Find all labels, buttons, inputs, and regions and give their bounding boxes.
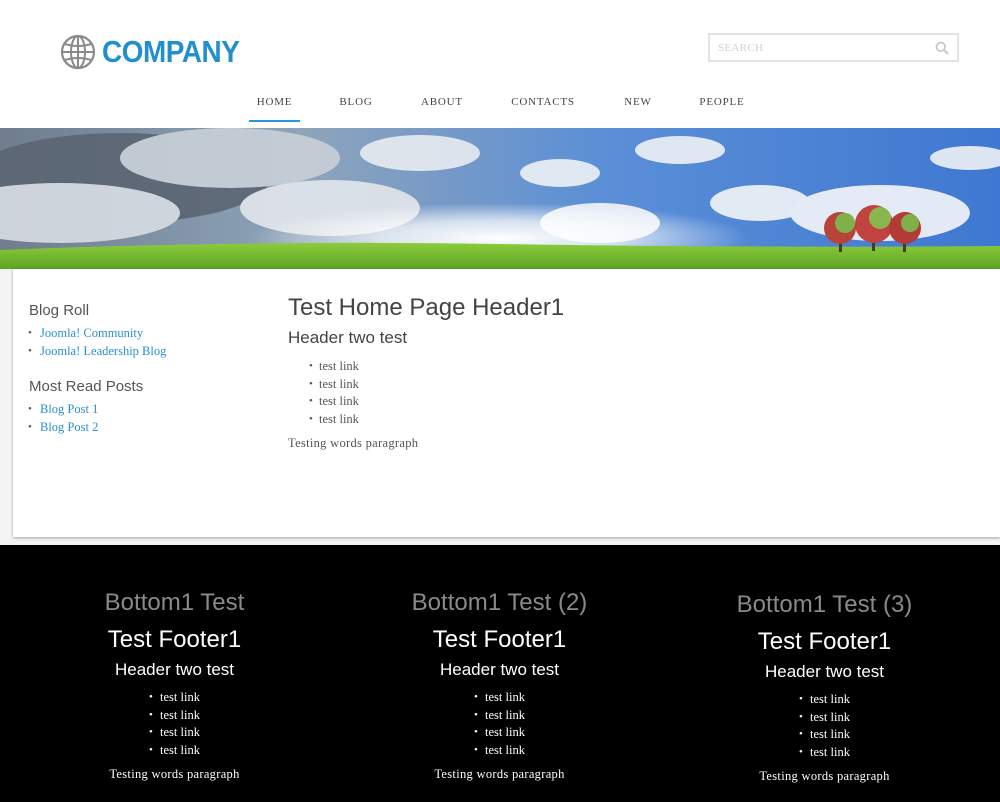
list-item: Joomla! Leadership Blog bbox=[28, 343, 269, 361]
nav-item-new[interactable]: NEW bbox=[617, 86, 659, 122]
bottom-module-title: Bottom1 Test bbox=[104, 589, 245, 616]
body-paragraph: Testing words paragraph bbox=[288, 436, 419, 450]
most-read-link[interactable]: Blog Post 2 bbox=[36, 420, 98, 434]
footer-column-1: Bottom1 Test Test Footer1 Header two tes… bbox=[12, 545, 337, 782]
logo-text: COMPANY bbox=[102, 34, 240, 69]
footer-column-2: Bottom1 Test (2) Test Footer1 Header two… bbox=[337, 545, 662, 782]
sidebar: Blog Roll Joomla! Community Joomla! Lead… bbox=[28, 302, 269, 454]
footer-link-list: test link test link test link test link bbox=[799, 691, 850, 761]
bottom-module-title: Bottom1 Test (2) bbox=[411, 589, 588, 616]
search-icon[interactable] bbox=[935, 41, 949, 55]
list-item: test link bbox=[309, 376, 968, 394]
footer-column-3: Bottom1 Test (3) Test Footer1 Header two… bbox=[662, 547, 987, 784]
test-link[interactable]: test link bbox=[319, 412, 359, 426]
most-read-heading: Most Read Posts bbox=[29, 378, 144, 395]
search-input[interactable] bbox=[718, 38, 928, 58]
link-list: test link test link test link test link bbox=[309, 358, 968, 428]
footer-link[interactable]: test link bbox=[810, 710, 850, 724]
list-item: Blog Post 1 bbox=[28, 401, 269, 419]
nav-item-blog[interactable]: BLOG bbox=[334, 86, 378, 122]
main-nav: HOME BLOG ABOUT CONTACTS NEW PEOPLE bbox=[0, 86, 1000, 122]
footer-link[interactable]: test link bbox=[485, 743, 525, 757]
footer-link[interactable]: test link bbox=[485, 708, 525, 722]
footer-paragraph: Testing words paragraph bbox=[434, 767, 565, 781]
list-item: test link bbox=[309, 411, 968, 429]
footer-heading: Test Footer1 bbox=[757, 628, 892, 655]
footer-link[interactable]: test link bbox=[810, 745, 850, 759]
list-item: test link bbox=[474, 742, 525, 760]
main-article: Test Home Page Header1 Header two test t… bbox=[288, 294, 968, 451]
most-read-link[interactable]: Blog Post 1 bbox=[36, 402, 98, 416]
list-item: Joomla! Community bbox=[28, 325, 269, 343]
search-box bbox=[708, 33, 959, 62]
footer-link[interactable]: test link bbox=[485, 690, 525, 704]
footer-link[interactable]: test link bbox=[810, 727, 850, 741]
bottom-module-title: Bottom1 Test (3) bbox=[736, 591, 913, 618]
nav-item-contacts[interactable]: CONTACTS bbox=[504, 86, 582, 122]
nav-item-home[interactable]: HOME bbox=[249, 86, 300, 122]
most-read-list: Blog Post 1 Blog Post 2 bbox=[28, 401, 269, 437]
list-item: test link bbox=[799, 691, 850, 709]
footer-paragraph: Testing words paragraph bbox=[109, 767, 240, 781]
list-item: test link bbox=[474, 724, 525, 742]
footer-link-list: test link test link test link test link bbox=[149, 689, 200, 759]
test-link[interactable]: test link bbox=[319, 394, 359, 408]
list-item: test link bbox=[799, 726, 850, 744]
list-item: test link bbox=[474, 689, 525, 707]
nav-item-people[interactable]: PEOPLE bbox=[693, 86, 751, 122]
footer-subheading: Header two test bbox=[439, 660, 560, 679]
site-footer: Bottom1 Test Test Footer1 Header two tes… bbox=[0, 545, 1000, 802]
blog-roll-link[interactable]: Joomla! Leadership Blog bbox=[36, 344, 166, 358]
list-item: test link bbox=[309, 358, 968, 376]
test-link[interactable]: test link bbox=[319, 359, 359, 373]
footer-link[interactable]: test link bbox=[160, 708, 200, 722]
footer-link[interactable]: test link bbox=[810, 692, 850, 706]
list-item: test link bbox=[474, 707, 525, 725]
site-header: COMPANY HOME BLOG ABOUT CONTACTS NEW PEO… bbox=[0, 0, 1000, 128]
footer-link[interactable]: test link bbox=[160, 725, 200, 739]
list-item: test link bbox=[149, 689, 200, 707]
list-item: test link bbox=[309, 393, 968, 411]
page-title: Test Home Page Header1 bbox=[288, 294, 565, 321]
list-item: test link bbox=[149, 707, 200, 725]
footer-heading: Test Footer1 bbox=[432, 626, 567, 653]
footer-link-list: test link test link test link test link bbox=[474, 689, 525, 759]
footer-link[interactable]: test link bbox=[160, 743, 200, 757]
list-item: test link bbox=[149, 724, 200, 742]
hero-banner bbox=[0, 128, 1000, 269]
blog-roll-list: Joomla! Community Joomla! Leadership Blo… bbox=[28, 325, 269, 361]
blog-roll-link[interactable]: Joomla! Community bbox=[36, 326, 143, 340]
list-item: test link bbox=[799, 709, 850, 727]
footer-link[interactable]: test link bbox=[485, 725, 525, 739]
test-link[interactable]: test link bbox=[319, 377, 359, 391]
footer-heading: Test Footer1 bbox=[107, 626, 242, 653]
content-area: Blog Roll Joomla! Community Joomla! Lead… bbox=[0, 269, 1000, 545]
list-item: test link bbox=[149, 742, 200, 760]
footer-paragraph: Testing words paragraph bbox=[759, 769, 890, 783]
list-item: test link bbox=[799, 744, 850, 762]
list-item: Blog Post 2 bbox=[28, 419, 269, 437]
footer-link[interactable]: test link bbox=[160, 690, 200, 704]
content-card: Blog Roll Joomla! Community Joomla! Lead… bbox=[13, 269, 1000, 537]
blog-roll-heading: Blog Roll bbox=[29, 302, 90, 319]
globe-icon bbox=[60, 34, 96, 70]
logo[interactable]: COMPANY bbox=[60, 32, 255, 72]
footer-subheading: Header two test bbox=[764, 662, 885, 681]
footer-subheading: Header two test bbox=[114, 660, 235, 679]
nav-item-about[interactable]: ABOUT bbox=[414, 86, 470, 122]
page-subtitle: Header two test bbox=[288, 328, 408, 347]
